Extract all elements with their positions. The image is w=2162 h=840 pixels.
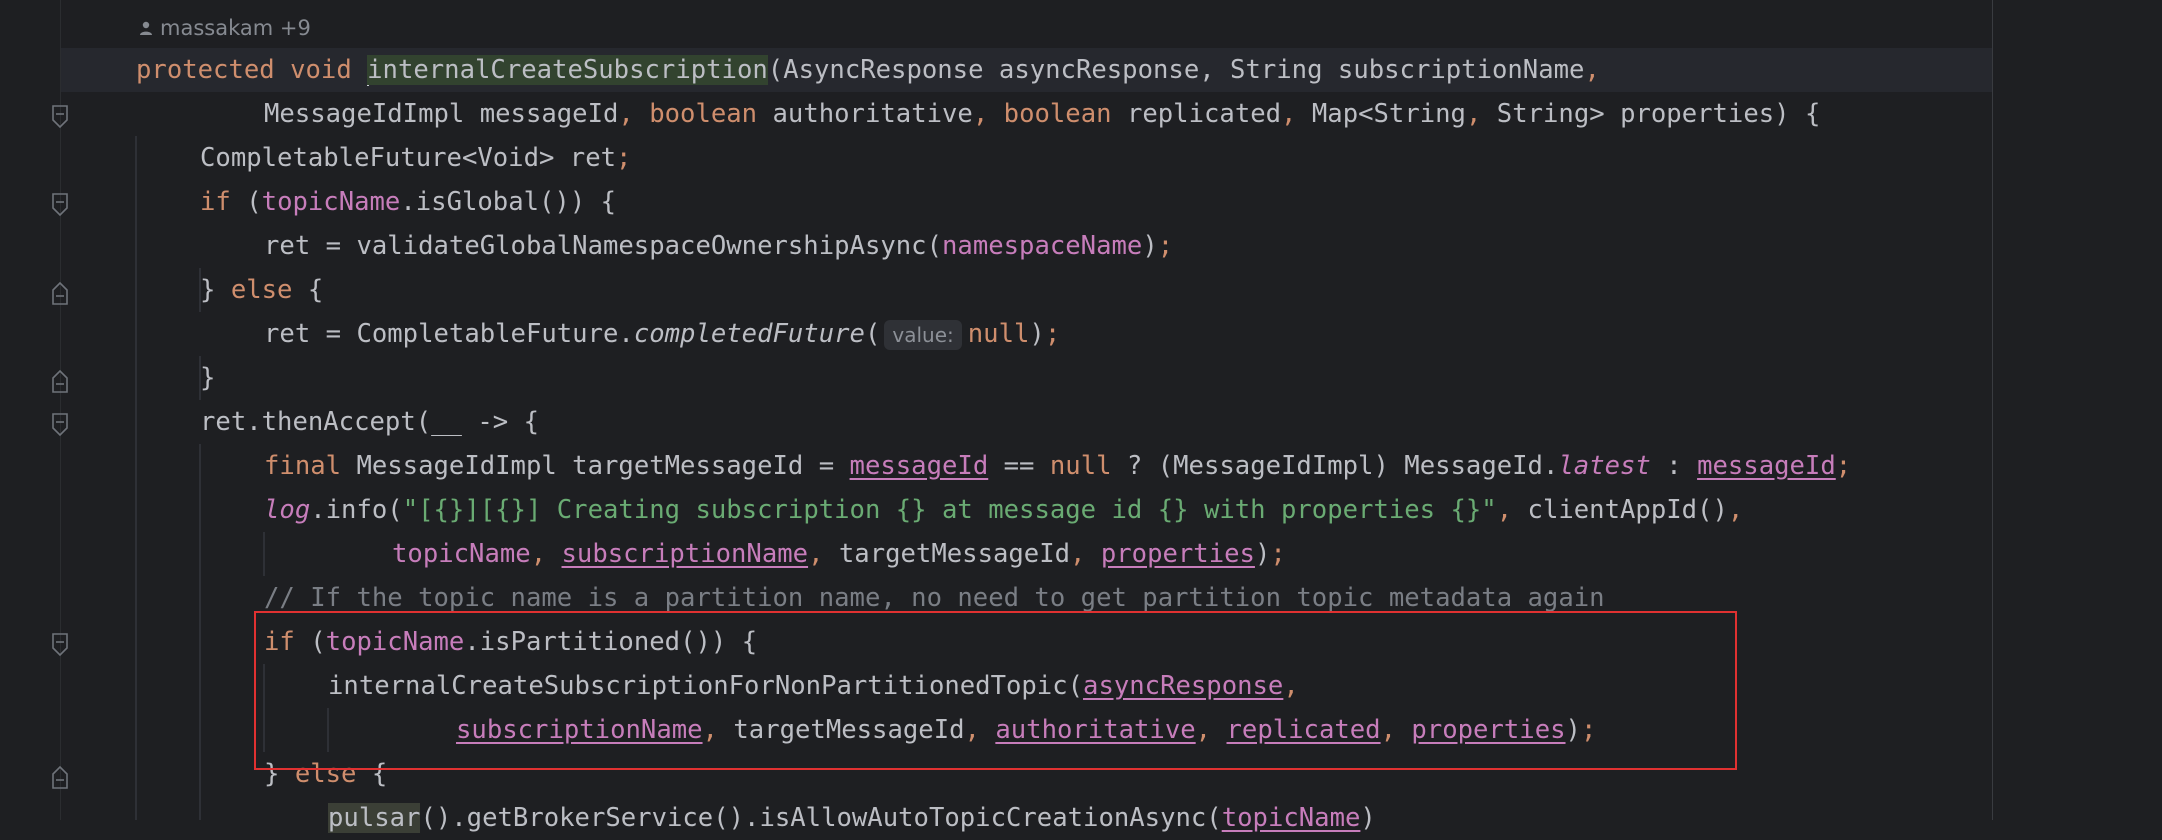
code-author-hint[interactable]: massakam +9 <box>138 16 311 40</box>
fold-close-icon[interactable] <box>51 368 69 394</box>
code-line-1[interactable]: protected void internalCreateSubscriptio… <box>136 48 1600 92</box>
code-line-12[interactable]: topicName, subscriptionName, targetMessa… <box>392 532 1286 576</box>
fold-close-icon[interactable] <box>51 764 69 790</box>
code-line-10[interactable]: final MessageIdImpl targetMessageId = me… <box>264 444 1851 488</box>
fold-open-icon[interactable] <box>51 192 69 218</box>
fold-open-icon[interactable] <box>51 632 69 658</box>
indent-guide <box>199 444 201 820</box>
code-line-11[interactable]: log.info("[{}][{}] Creating subscription… <box>264 488 1743 532</box>
right-margin-guide <box>1992 0 1993 820</box>
code-line-9[interactable]: ret.thenAccept(__ -> { <box>200 400 539 444</box>
fold-open-icon[interactable] <box>51 412 69 438</box>
code-line-6[interactable]: } else { <box>200 268 323 312</box>
highlight-annotation-box <box>254 611 1737 770</box>
code-line-5[interactable]: ret = validateGlobalNamespaceOwnershipAs… <box>264 224 1173 268</box>
fold-close-icon[interactable] <box>51 280 69 306</box>
code-line-18[interactable]: pulsar().getBrokerService().isAllowAutoT… <box>328 796 1376 840</box>
code-line-8[interactable]: } <box>200 356 215 400</box>
code-line-2[interactable]: MessageIdImpl messageId, boolean authori… <box>264 92 1820 136</box>
indent-guide <box>263 532 265 576</box>
code-line-7[interactable]: ret = CompletableFuture.completedFuture(… <box>264 312 1060 356</box>
person-icon <box>140 21 152 35</box>
indent-guide <box>135 136 137 820</box>
parameter-name-hint: value: <box>884 320 962 350</box>
code-line-4[interactable]: if (topicName.isGlobal()) { <box>200 180 616 224</box>
author-hint-text: massakam +9 <box>160 16 311 40</box>
fold-open-icon[interactable] <box>51 104 69 130</box>
code-line-3[interactable]: CompletableFuture<Void> ret; <box>200 136 631 180</box>
